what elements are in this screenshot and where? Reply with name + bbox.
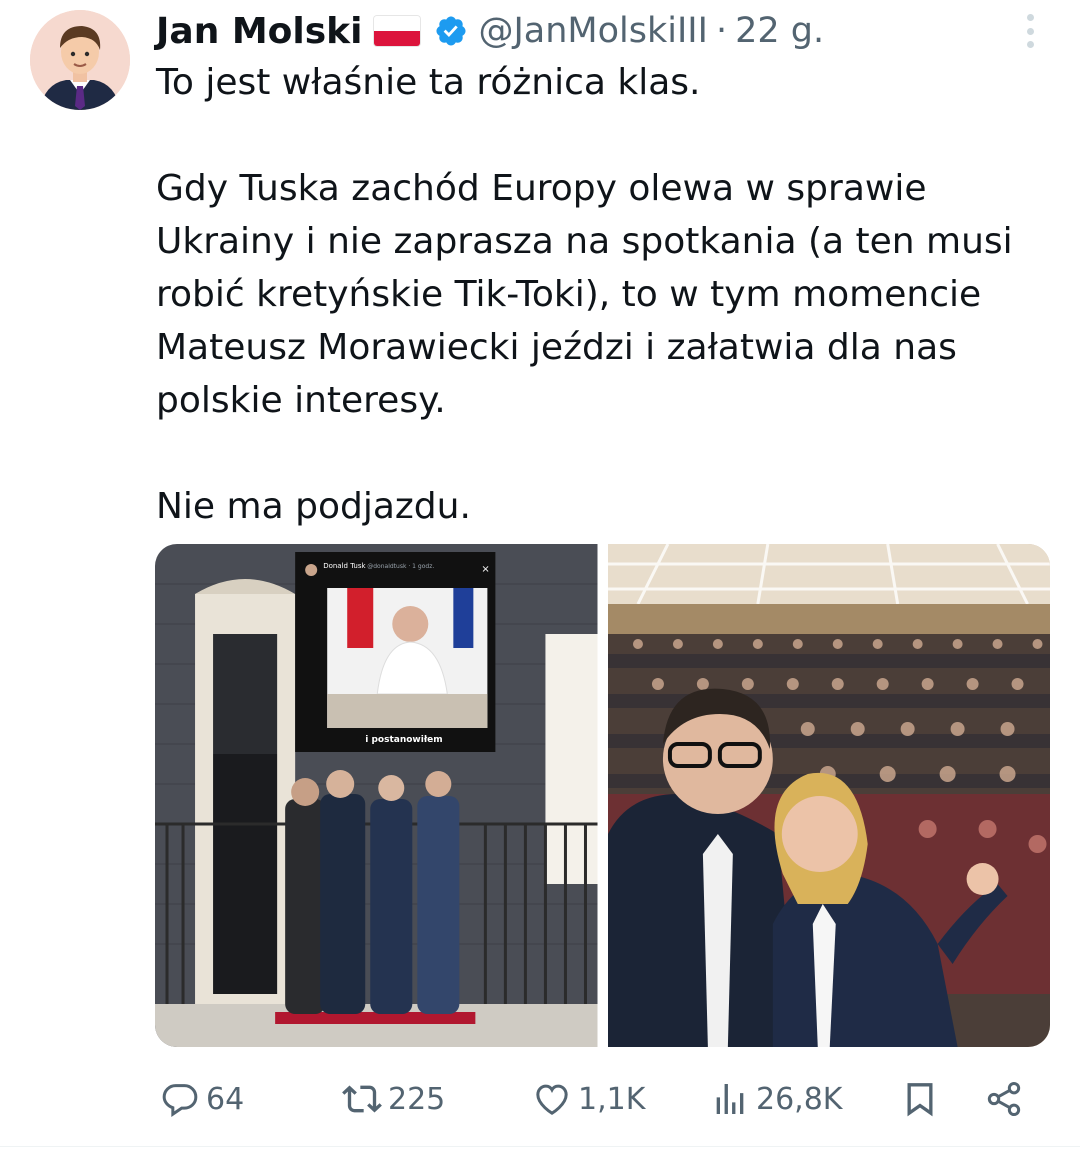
- like-button[interactable]: 1,1K: [532, 1074, 645, 1124]
- tweet[interactable]: Jan Molski @JanMolskiIII · 22 g. To jest…: [0, 0, 1080, 1150]
- repost-button[interactable]: 225: [342, 1074, 445, 1124]
- verified-badge-icon[interactable]: [434, 14, 468, 48]
- media-gallery: Donald Tusk @donaldtusk · 1 godz. × i po…: [155, 544, 1050, 1047]
- bookmark-button[interactable]: [900, 1074, 940, 1124]
- avatar[interactable]: [30, 10, 130, 110]
- media-image-right[interactable]: [607, 544, 1050, 1047]
- tweet-header: Jan Molski @JanMolskiIII · 22 g.: [156, 6, 824, 56]
- svg-text:×: ×: [481, 564, 489, 575]
- repost-icon: [342, 1085, 382, 1113]
- share-button[interactable]: [984, 1074, 1024, 1124]
- overlay-caption: i postanowiłem: [365, 735, 442, 745]
- repost-count: 225: [388, 1081, 446, 1117]
- overlay-author: Donald Tusk: [323, 562, 366, 570]
- tweet-time[interactable]: 22 g.: [735, 11, 824, 51]
- separator-dot: ·: [715, 11, 728, 51]
- reply-button[interactable]: 64: [160, 1074, 244, 1124]
- media-image-left[interactable]: Donald Tusk @donaldtusk · 1 godz. × i po…: [155, 544, 598, 1047]
- overlay-screenshot: Donald Tusk @donaldtusk · 1 godz. × i po…: [295, 552, 496, 752]
- overlay-handle: @donaldtusk · 1 godz.: [367, 563, 434, 570]
- views-count: 26,8K: [756, 1081, 843, 1117]
- action-bar: 64 225 1,1K 26,8K: [160, 1074, 1040, 1124]
- bookmark-icon: [907, 1083, 933, 1117]
- tweet-text: To jest właśnie ta różnica klas. Gdy Tus…: [156, 62, 1013, 527]
- views-icon: [716, 1084, 744, 1114]
- reply-icon: [162, 1084, 198, 1117]
- like-count: 1,1K: [578, 1081, 646, 1117]
- poland-flag-icon: [374, 16, 421, 46]
- divider: [0, 1146, 1080, 1147]
- views-button[interactable]: 26,8K: [710, 1074, 842, 1124]
- reply-count: 64: [206, 1081, 245, 1117]
- author-handle[interactable]: @JanMolskiIII: [478, 11, 707, 51]
- heart-icon: [536, 1084, 568, 1115]
- more-vertical-icon[interactable]: [1018, 14, 1042, 48]
- author-name[interactable]: Jan Molski: [156, 11, 362, 52]
- share-icon: [987, 1082, 1021, 1116]
